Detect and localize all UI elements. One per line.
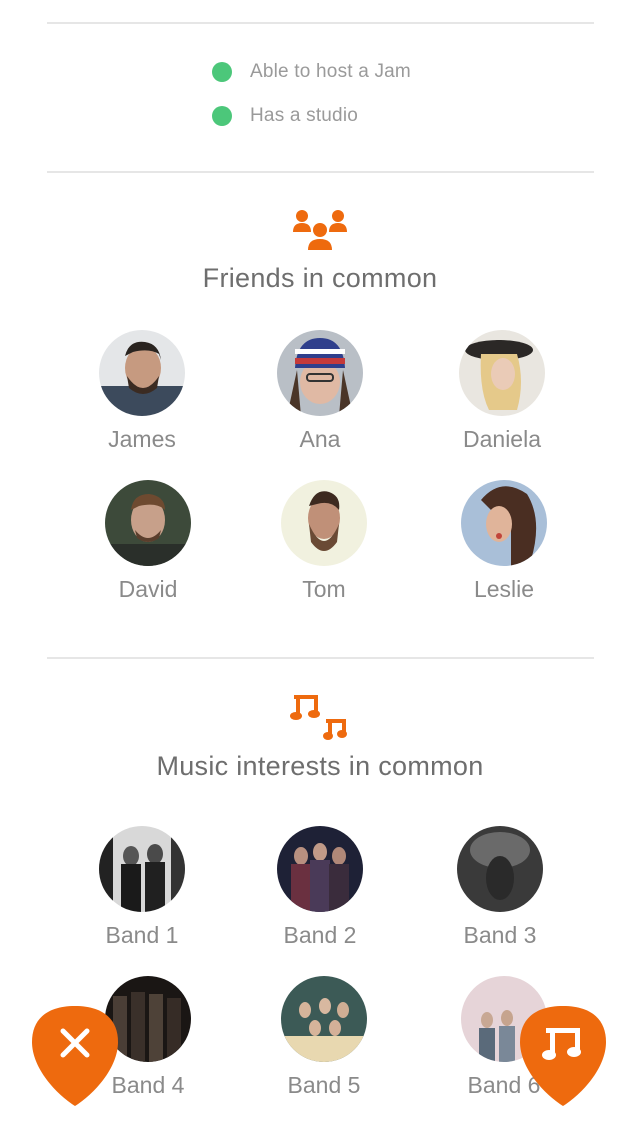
- attribute-label: Has a studio: [250, 105, 359, 126]
- band-1[interactable]: Band 1: [72, 826, 212, 949]
- friend-daniela[interactable]: Daniela: [432, 330, 572, 453]
- avatar: [461, 480, 547, 566]
- friend-leslie[interactable]: Leslie: [434, 480, 574, 603]
- divider-music: [47, 657, 594, 659]
- band-photo: [457, 826, 543, 912]
- music-section-title: Music interests in common: [156, 751, 484, 781]
- friend-name: David: [118, 576, 178, 602]
- band-name: Band 2: [283, 922, 357, 948]
- friend-name: Tom: [302, 576, 346, 602]
- attribute-host-jam: Able to host a Jam: [212, 61, 411, 83]
- group-of-people-icon: [0, 208, 640, 256]
- band-2[interactable]: Band 2: [250, 826, 390, 949]
- attribute-label: Able to host a Jam: [250, 61, 411, 82]
- divider-friends: [47, 171, 594, 173]
- friend-name: Daniela: [463, 426, 541, 452]
- avatar: [281, 480, 367, 566]
- friend-tom[interactable]: Tom: [254, 480, 394, 603]
- band-photo: [99, 826, 185, 912]
- avatar: [277, 330, 363, 416]
- music-notes-icon: [0, 693, 640, 745]
- band-3[interactable]: Band 3: [430, 826, 570, 949]
- avatar: [105, 480, 191, 566]
- friend-david[interactable]: David: [78, 480, 218, 603]
- band-photo: [277, 826, 363, 912]
- status-dot: [212, 62, 232, 82]
- avatar: [99, 330, 185, 416]
- friend-name: Leslie: [473, 576, 535, 602]
- friend-name: Ana: [299, 426, 341, 452]
- avatar: [459, 330, 545, 416]
- friend-ana[interactable]: Ana: [250, 330, 390, 453]
- friend-james[interactable]: James: [72, 330, 212, 453]
- band-name: Band 5: [287, 1072, 361, 1098]
- jam-button[interactable]: [520, 1004, 606, 1108]
- band-5[interactable]: Band 5: [254, 976, 394, 1099]
- status-dot: [212, 106, 232, 126]
- band-name: Band 3: [463, 922, 537, 948]
- friend-name: James: [108, 426, 176, 452]
- dismiss-button[interactable]: [32, 1004, 118, 1108]
- band-name: Band 1: [105, 922, 179, 948]
- divider-top: [47, 22, 594, 24]
- band-photo: [281, 976, 367, 1062]
- attribute-studio: Has a studio: [212, 105, 358, 127]
- friends-section-title: Friends in common: [202, 263, 438, 293]
